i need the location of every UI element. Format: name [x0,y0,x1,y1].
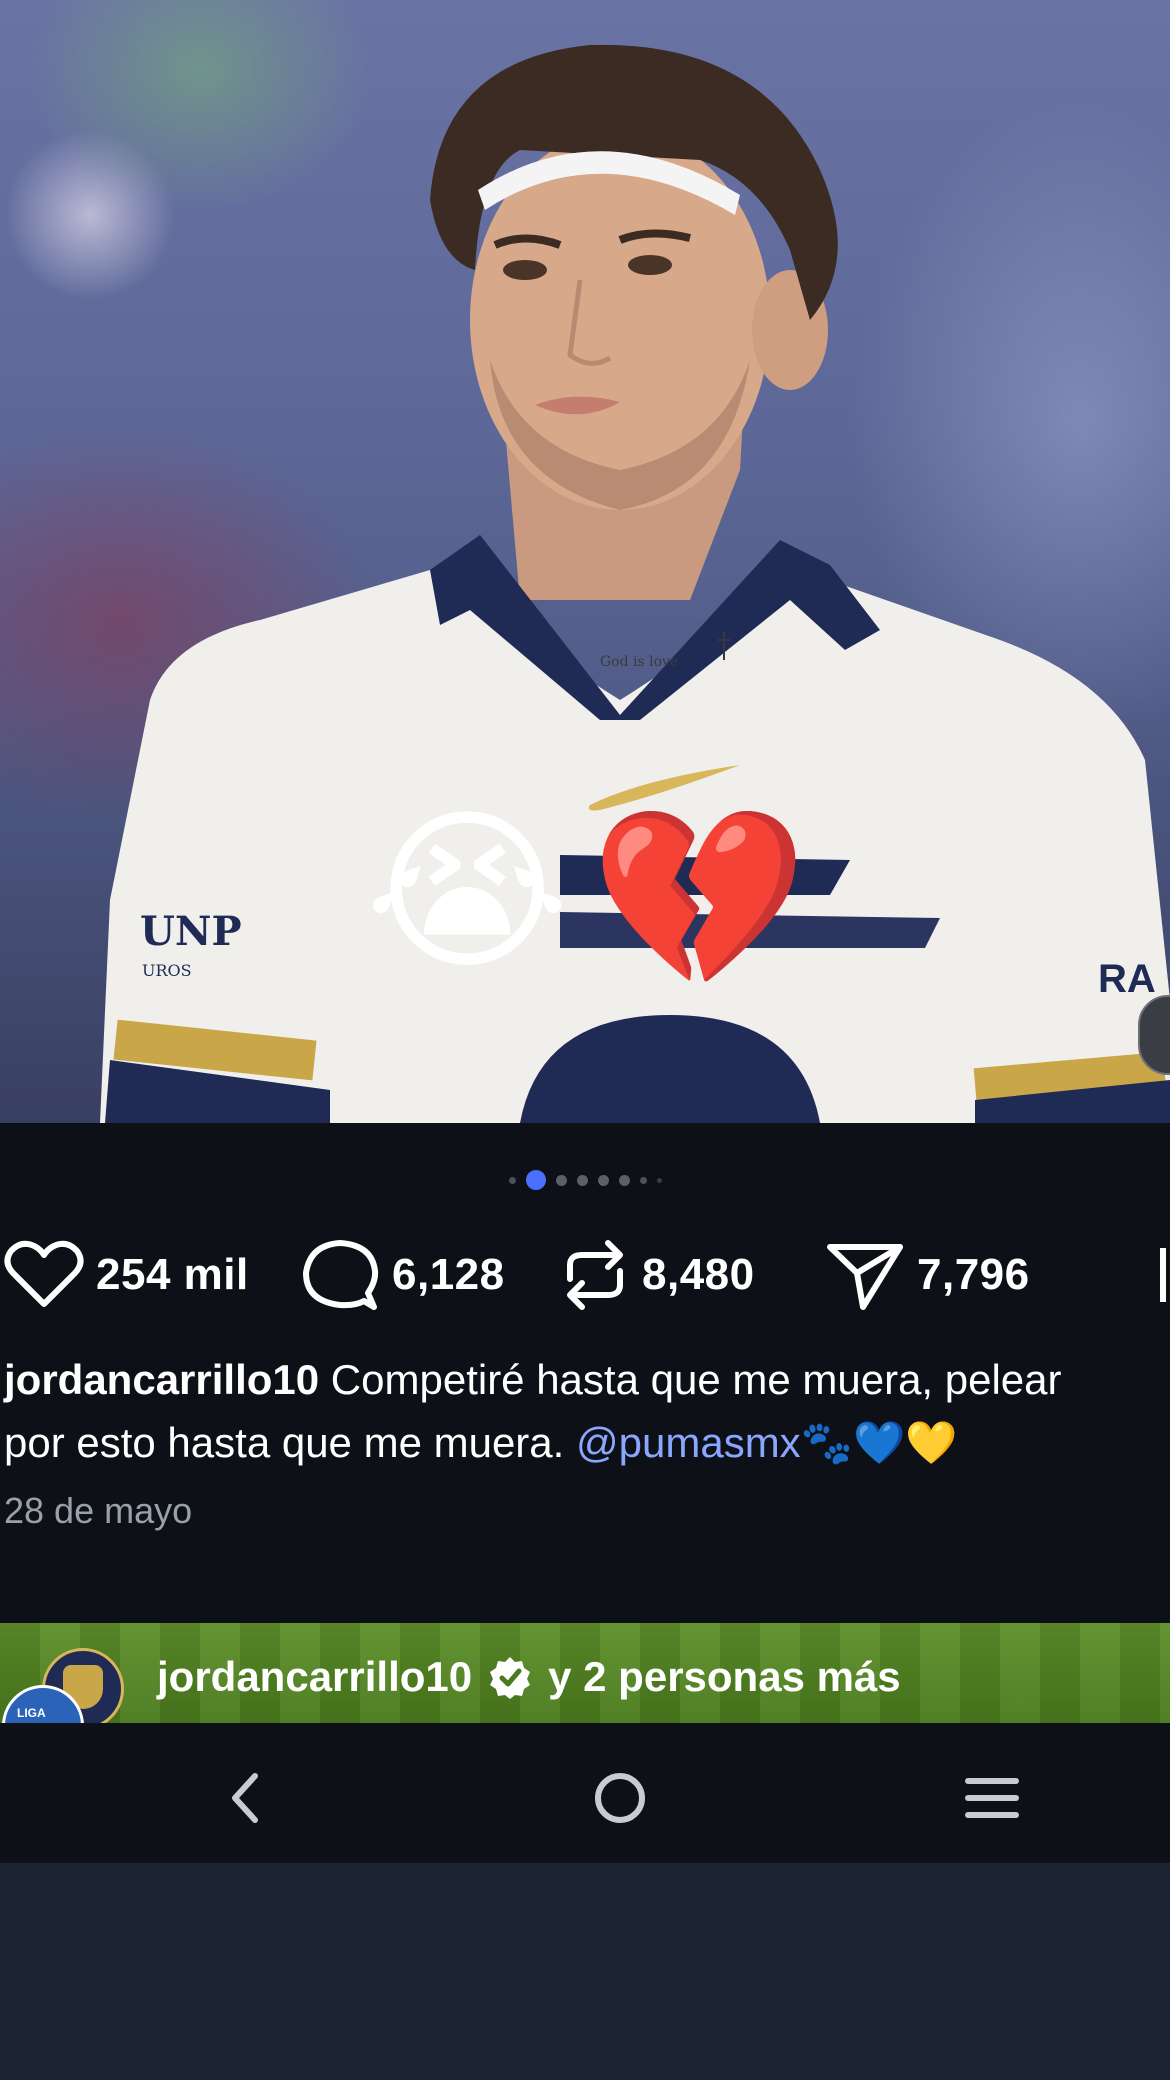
mention-link[interactable]: @pumasmx [576,1419,801,1466]
caption-line-1: jordancarrillo10 Competiré hasta que me … [4,1348,1170,1411]
caption-emojis: 🐾💙💛 [800,1419,958,1466]
like-button[interactable]: 254 mil [4,1235,249,1315]
shares-count: 7,796 [917,1250,1030,1299]
back-icon [232,1773,258,1823]
repost-button[interactable]: 8,480 [560,1235,755,1315]
caption-line-2: por esto hasta que me muera. @pumasmx🐾💙💛 [4,1411,1170,1474]
liga-badge: LIGA [17,1706,46,1720]
sponsor-sub: UROS [142,961,192,980]
carousel-dot [576,1174,588,1186]
post-photo[interactable]: God is love UNP UROS RA 😭 💔 [0,0,1170,1123]
home-icon [595,1773,645,1823]
menu-icon [965,1778,1019,1818]
save-icon [1160,1248,1166,1302]
post-date: 28 de mayo [4,1490,193,1531]
heart-icon [4,1240,84,1307]
caption-text-2: por esto hasta que me muera. [4,1419,565,1466]
next-post-header[interactable]: LIGA jordancarrillo10 y 2 personas más [0,1623,1170,1723]
carousel-dot [639,1176,647,1184]
post-caption: jordancarrillo10 Competiré hasta que me … [4,1348,1170,1474]
caption-text: Competiré hasta que me muera, pelear [330,1356,1062,1403]
action-bar: 254 mil 6,128 8,480 7,796 [0,1235,1170,1315]
likes-count: 254 mil [96,1250,249,1299]
share-button[interactable]: 7,796 [825,1235,1030,1315]
carousel-dot [597,1174,609,1186]
verified-icon [490,1657,531,1699]
carousel-dot [618,1174,630,1186]
next-post-username[interactable]: jordancarrillo10 [157,1653,472,1701]
carousel-dot-active [525,1170,546,1190]
next-post-authors[interactable]: jordancarrillo10 y 2 personas más [157,1653,901,1701]
system-navigation-bar [0,1723,1170,1863]
back-button[interactable] [210,1763,280,1833]
home-button[interactable] [585,1763,655,1833]
sponsor-logo: UNP [140,908,242,955]
broken-heart-emoji: 💔 [590,798,808,1001]
caption-username[interactable]: jordancarrillo10 [4,1356,319,1403]
crying-emoji: 😭 [365,791,570,994]
sleeve-logo: RA [1098,957,1156,1001]
comment-icon [303,1240,379,1310]
carousel-indicator [0,1168,1170,1192]
next-post-others[interactable]: y 2 personas más [548,1653,901,1701]
recents-button[interactable] [957,1763,1027,1833]
comment-button[interactable]: 6,128 [300,1235,505,1315]
carousel-dot [656,1177,662,1183]
reposts-count: 8,480 [642,1250,755,1299]
save-button[interactable] [1160,1235,1170,1315]
carousel-dot [508,1176,516,1184]
neck-tattoo: God is love [600,654,678,670]
carousel-dot [555,1174,567,1186]
share-icon [827,1244,903,1310]
repost-icon [567,1240,623,1310]
empty-area [0,1863,1170,2080]
player-illustration: God is love UNP UROS RA [100,44,1170,1123]
comments-count: 6,128 [392,1250,505,1299]
